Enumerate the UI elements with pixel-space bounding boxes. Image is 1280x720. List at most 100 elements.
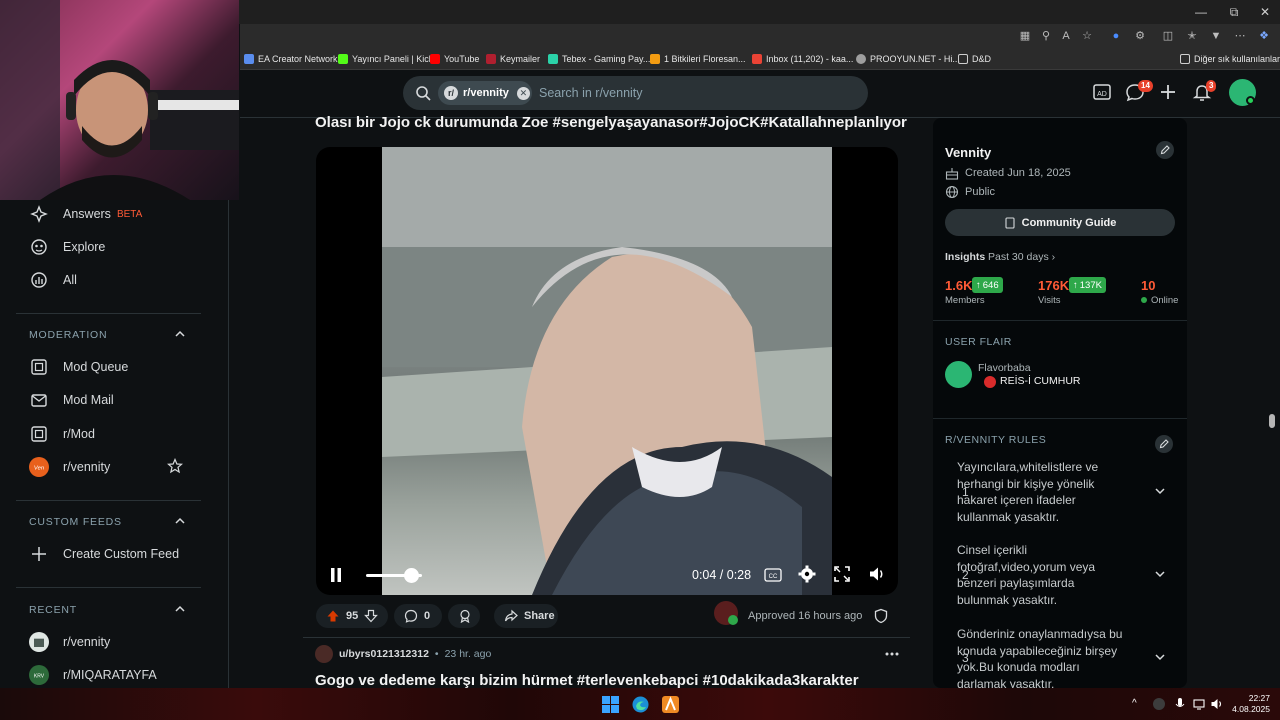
- sidebar-item-recent-vennity[interactable]: r/vennity: [29, 628, 110, 656]
- bookmark-dnd[interactable]: D&D: [958, 52, 991, 66]
- video-frame: [382, 147, 832, 595]
- downvote-icon[interactable]: [364, 609, 379, 623]
- volume-icon[interactable]: [868, 565, 886, 583]
- speaker-icon[interactable]: [1210, 697, 1224, 711]
- insights-period[interactable]: Past 30 days ›: [988, 251, 1055, 263]
- chevron-down-icon[interactable]: [1154, 485, 1166, 497]
- microphone-icon[interactable]: [1174, 697, 1186, 711]
- online-value: 10: [1141, 278, 1156, 293]
- sidebar-item-all[interactable]: All: [29, 266, 77, 294]
- post-title[interactable]: Olası bir Jojo ck durumunda Zoe #sengely…: [315, 114, 907, 131]
- windows-taskbar: ^ 22:27 4.08.2025: [0, 688, 1280, 720]
- edit-pencil-icon[interactable]: [1156, 141, 1174, 159]
- app-view-icon[interactable]: ▦: [1017, 28, 1033, 44]
- post2-author[interactable]: u/byrs0121312312: [339, 648, 429, 660]
- chevron-up-icon[interactable]: [174, 328, 186, 340]
- captions-icon[interactable]: CC: [764, 567, 782, 583]
- divider: [16, 313, 201, 314]
- miqara-avatar: KRV: [29, 665, 49, 685]
- bookmark-youtube[interactable]: YouTube: [430, 52, 479, 66]
- sidebar-item-explore[interactable]: Explore: [29, 233, 105, 261]
- bookmark-kick[interactable]: Yayıncı Paneli | Kick: [338, 52, 433, 66]
- clock-date[interactable]: 4.08.2025: [1224, 704, 1270, 714]
- read-aloud-icon[interactable]: A: [1058, 28, 1074, 44]
- minimize-icon[interactable]: —: [1193, 4, 1209, 20]
- extensions-icon[interactable]: ⚙: [1132, 28, 1148, 44]
- sidebar-item-recent-miqara[interactable]: KRV r/MIQARATAYFA: [29, 661, 157, 689]
- community-guide-button[interactable]: Community Guide: [945, 209, 1175, 236]
- bookmarks-bar: EA Creator Network Yayıncı Paneli | Kick…: [240, 48, 1280, 70]
- fullscreen-icon[interactable]: [834, 566, 850, 582]
- chip-clear-icon[interactable]: ✕: [516, 86, 530, 100]
- comment-count: 0: [424, 610, 431, 622]
- bookmark-prooyun[interactable]: PROOYUN.NET - Hi...: [856, 52, 960, 66]
- bookmark-tebex[interactable]: Tebex - Gaming Pay...: [548, 52, 650, 66]
- create-post-icon[interactable]: [1158, 82, 1182, 106]
- extension-blue-icon[interactable]: ●: [1108, 28, 1124, 44]
- edge-browser-icon[interactable]: [632, 696, 649, 713]
- more-options-icon[interactable]: [884, 646, 900, 662]
- rule-line: Yayıncılara,whitelistlere ve: [957, 460, 1099, 474]
- mod-shield-icon[interactable]: [873, 608, 889, 624]
- app-launcher-icon[interactable]: [662, 696, 679, 713]
- page-scrollbar-thumb[interactable]: [1269, 414, 1275, 428]
- community-created: Created Jun 18, 2025: [965, 167, 1071, 179]
- upvote-icon[interactable]: [326, 609, 340, 623]
- network-icon[interactable]: [1192, 697, 1206, 711]
- sidebar-item-label: Explore: [63, 240, 106, 254]
- post2-title[interactable]: Gogo ve dedeme karşı bizim hürmet #terle…: [315, 672, 859, 689]
- tray-app-icon[interactable]: [1153, 698, 1165, 710]
- vote-control[interactable]: 95: [316, 604, 388, 628]
- edit-rules-pencil-icon[interactable]: [1155, 435, 1173, 453]
- visits-value: 176K: [1038, 278, 1070, 293]
- community-visibility: Public: [965, 186, 995, 198]
- chat-badge: 14: [1138, 80, 1153, 92]
- clock-time[interactable]: 22:27: [1240, 693, 1270, 703]
- restore-icon[interactable]: ⧉: [1226, 4, 1242, 20]
- favorite-star-icon[interactable]: ☆: [1079, 28, 1095, 44]
- copilot-icon[interactable]: ❖: [1256, 28, 1272, 44]
- search-placeholder[interactable]: Search in r/vennity: [539, 86, 643, 100]
- bookmark-keymailer[interactable]: Keymailer: [486, 52, 540, 66]
- ad-manager-icon[interactable]: AD: [1092, 82, 1116, 106]
- sidebar-item-r-vennity[interactable]: Ven r/vennity: [29, 453, 110, 481]
- chevron-up-icon[interactable]: [174, 515, 186, 527]
- community-search-chip[interactable]: r/ r/vennity ✕: [438, 81, 532, 105]
- post2-author-avatar[interactable]: [315, 645, 333, 663]
- shield-ext-icon[interactable]: ▼: [1208, 28, 1224, 44]
- sidebar-item-mod-mail[interactable]: Mod Mail: [29, 386, 114, 414]
- chevron-down-icon[interactable]: [1154, 568, 1166, 580]
- user-avatar[interactable]: [1229, 79, 1256, 106]
- flair-user-avatar[interactable]: [945, 361, 972, 388]
- video-player[interactable]: 0:04 / 0:28 CC: [316, 147, 898, 595]
- tray-chevron-up-icon[interactable]: ^: [1132, 698, 1144, 710]
- chevron-down-icon[interactable]: [1154, 651, 1166, 663]
- bookmark-bitkileri[interactable]: 1 Bitkileri Floresan...: [650, 52, 746, 66]
- windows-start-icon[interactable]: [602, 696, 619, 713]
- settings-gear-icon[interactable]: [798, 565, 816, 583]
- other-bookmarks[interactable]: Diğer sık kullanılanlar: [1180, 52, 1280, 66]
- comments-button[interactable]: 0: [394, 604, 442, 628]
- zoom-icon[interactable]: ⚲: [1038, 28, 1054, 44]
- video-scrubber-handle[interactable]: [403, 568, 419, 583]
- bookmark-inbox[interactable]: Inbox (11,202) - kaa...: [752, 52, 853, 66]
- user-flair-heading: USER FLAIR: [945, 336, 1012, 348]
- chevron-up-icon[interactable]: [174, 603, 186, 615]
- favorites-icon[interactable]: ✭: [1184, 28, 1200, 44]
- sidebar-item-answers[interactable]: Answers BETA: [29, 200, 142, 228]
- flair-text[interactable]: REİS-İ CUMHUR: [1000, 375, 1081, 387]
- more-menu-icon[interactable]: ⋯: [1232, 28, 1248, 44]
- award-button[interactable]: [448, 604, 480, 628]
- share-button[interactable]: Share: [494, 604, 558, 628]
- star-icon[interactable]: [167, 458, 183, 474]
- sidebar-item-mod-queue[interactable]: Mod Queue: [29, 353, 128, 381]
- bookmark-ea-creator[interactable]: EA Creator Network: [244, 52, 338, 66]
- sidebar-item-r-mod[interactable]: r/Mod: [29, 420, 95, 448]
- split-screen-icon[interactable]: ◫: [1160, 28, 1176, 44]
- pause-icon[interactable]: [328, 567, 344, 583]
- post2-time: 23 hr. ago: [444, 648, 492, 660]
- sidebar-item-create-custom-feed[interactable]: Create Custom Feed: [29, 540, 179, 568]
- rule-line: yok.Bu konuda modları: [957, 660, 1080, 674]
- post-actions: 95 0 Share Approved 16 hours ago: [316, 601, 898, 628]
- close-icon[interactable]: ✕: [1257, 4, 1273, 20]
